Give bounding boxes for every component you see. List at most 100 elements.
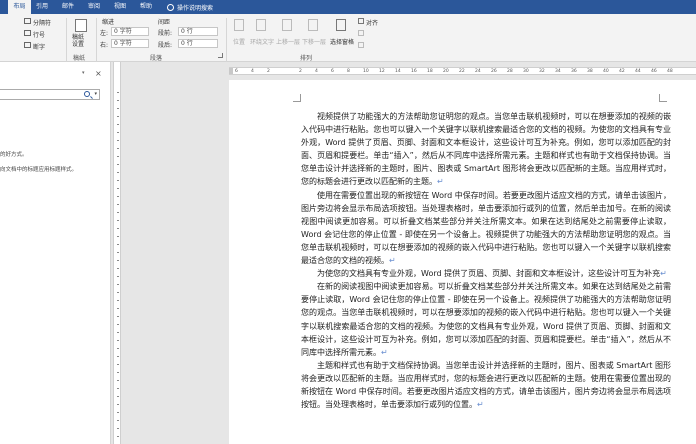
ruler-label: 4 [251,69,254,74]
ruler-tick [117,308,119,309]
tell-me-box[interactable]: 操作说明搜索 [167,2,213,12]
ruler-tick [117,132,119,133]
spacing-after-input[interactable]: 0 行 [178,39,218,48]
ruler-label: 14 [395,69,401,74]
send-backward-icon [308,19,318,31]
draft-group-label: 稿纸 [73,55,86,62]
ruler-tick [117,244,119,245]
ruler-tick [117,268,119,269]
ruler-tick [117,220,119,221]
close-icon[interactable]: × [95,69,102,78]
horizontal-ruler[interactable]: 6 4 2 2 4 6 8 10 12 14 16 18 20 22 24 26 28 30 32 34 36 38 40 4… [229,67,696,75]
tab-references[interactable]: 引用 [32,0,52,14]
ruler-tick [117,364,119,365]
ruler-tick [117,412,119,413]
lightbulb-icon [167,3,174,11]
paragraph-dialog-launcher[interactable] [218,53,223,58]
ruler-label: 2 [299,69,302,74]
nav-hint-text: 向文档中的标题应用标题样式。 [0,167,78,173]
spacing-heading: 间距 [158,19,171,26]
nav-options-dropdown[interactable]: ▾ [82,70,85,76]
tab-help[interactable]: 帮助 [136,0,156,14]
ruler-tick [117,108,119,109]
breaks-button[interactable]: 分隔符 [33,18,51,27]
ruler-label: 6 [331,69,334,74]
ruler-tick [117,156,119,157]
ruler-label: 20 [443,69,449,74]
tell-me-text: 操作说明搜索 [177,4,214,12]
ruler-tick [117,260,119,261]
paragraph: 在新的阅读视图中阅读更加容易。可以折叠文档某些部分并关注所需文本。如果在达到结尾… [301,282,671,357]
selection-pane-button[interactable]: 选择窗格 [330,37,354,46]
nav-search-input[interactable]: ▾ [0,89,100,100]
hyphenation-button[interactable]: 断字 [33,42,45,51]
search-icon [84,91,90,97]
ruler-tick [117,196,119,197]
ruler-label: 42 [619,69,625,74]
document-area: 6 4 2 2 4 6 8 10 12 14 16 18 20 22 24 26 28 30 32 34 36 38 40 4… [122,62,696,444]
paragraph: 视频提供了功能强大的方法帮助您证明您的观点。当您单击联机视频时，可以在想要添加的… [301,112,671,187]
ruler-tick [117,324,119,325]
tab-mailings[interactable]: 邮件 [58,0,78,14]
draft-settings-button[interactable]: 稿纸 设置 [72,34,84,48]
ruler-tick [117,92,119,93]
document-body[interactable]: 视频提供了功能强大的方法帮助您证明您的观点。当您单击联机视频时，可以在想要添加的… [301,110,671,411]
tab-layout[interactable]: 布局 [8,0,31,14]
margin-corner-mark [659,94,667,102]
paragraph: 使用在需要位置出现的新按钮在 Word 中保存时间。若要更改图片适应文档的方式，… [301,190,671,266]
draft-paper-icon [75,19,87,32]
chevron-down-icon[interactable]: ▾ [94,91,97,97]
ruler-tick [117,180,119,181]
ruler-tick [117,188,119,189]
group-separator [66,18,67,62]
ribbon-tab-bar: 布局 引用 邮件 审阅 视图 帮助 操作说明搜索 [0,0,696,14]
line-numbers-button[interactable]: 行号 [33,30,45,39]
ruler-tick [117,164,119,165]
ruler-label: 24 [475,69,481,74]
ruler-tick [117,436,119,437]
ruler-tick [117,420,119,421]
ruler-label: 34 [555,69,561,74]
ruler-tick [117,100,119,101]
spacing-after-label: 段后: [158,42,173,49]
paragraph: 为使您的文档具有专业外观，Word 提供了页眉、页脚、封面和文本框设计，这些设计… [317,269,667,279]
ribbon: 分隔符 行号 断字 稿纸 设置 稿纸 缩进 左: 0 字符 右: 0 字符 间距… [0,14,696,62]
ruler-tick [117,116,119,117]
ruler-tick [117,276,119,277]
position-button[interactable]: 位置 [233,37,245,46]
ruler-tick [117,284,119,285]
bring-forward-button[interactable]: 上移一层 [276,37,300,46]
wrap-text-button[interactable]: 环绕文字 [250,37,274,46]
ruler-tick [117,140,119,141]
indent-right-input[interactable]: 0 字符 [111,39,149,48]
ruler-label: 6 [235,69,238,74]
indent-left-input[interactable]: 0 字符 [111,27,149,36]
ruler-tick [117,348,119,349]
ruler-label: 16 [411,69,417,74]
ruler-label: 8 [347,69,350,74]
tab-review[interactable]: 审阅 [84,0,104,14]
ruler-label: 48 [667,69,673,74]
paragraph-mark: ↵ [389,256,396,266]
ruler-tick [117,148,119,149]
document-page[interactable]: 视频提供了功能强大的方法帮助您证明您的观点。当您单击联机视频时，可以在想要添加的… [229,80,696,444]
ruler-tick [117,252,119,253]
vertical-ruler[interactable] [113,62,121,444]
ruler-label: 30 [523,69,529,74]
ruler-label: 10 [363,69,369,74]
ruler-tick [117,236,119,237]
tab-view[interactable]: 视图 [110,0,130,14]
paragraph-mark: ↵ [660,269,667,279]
group-separator [96,18,97,62]
align-icon [358,18,364,24]
wrap-text-icon [256,19,266,31]
send-backward-button[interactable]: 下移一层 [302,37,326,46]
line-numbers-icon [24,30,31,36]
rotate-icon [358,42,364,48]
ruler-label: 32 [539,69,545,74]
ruler-tick [117,388,119,389]
ruler-margin [229,68,233,74]
align-button[interactable]: 对齐 [366,18,378,27]
group-icon [358,30,364,36]
spacing-before-input[interactable]: 0 行 [178,27,218,36]
